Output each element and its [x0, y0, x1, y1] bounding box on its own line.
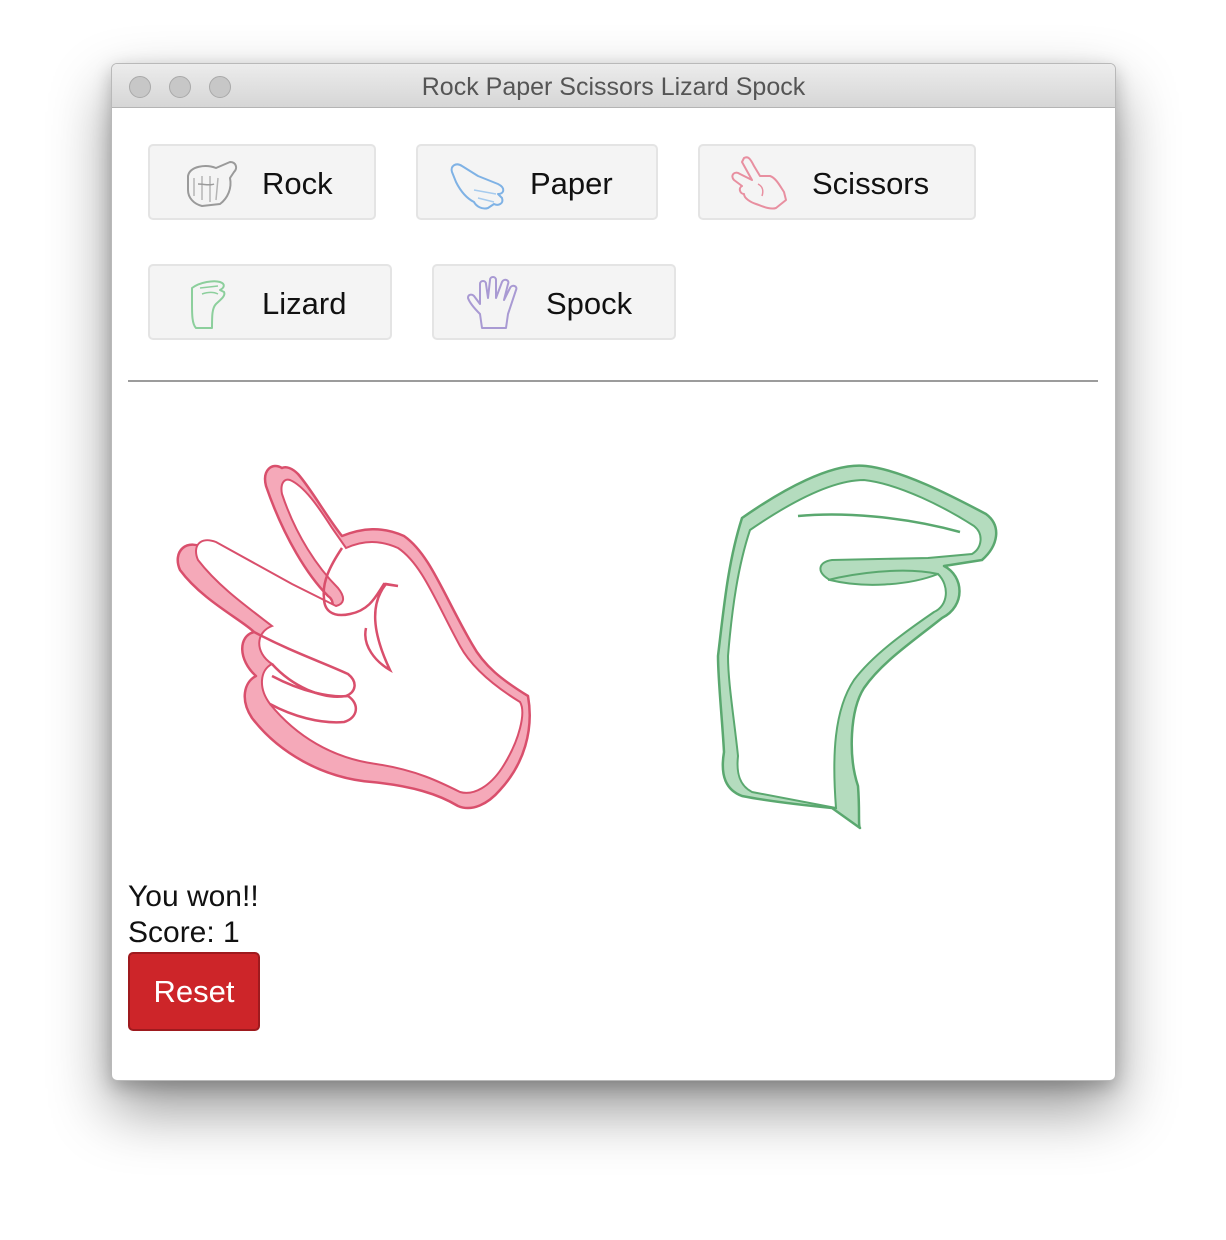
scissors-button[interactable]: Scissors — [698, 144, 976, 220]
paper-button[interactable]: Paper — [416, 144, 658, 220]
divider — [128, 380, 1098, 382]
lizard-label: Lizard — [262, 286, 347, 321]
window-title: Rock Paper Scissors Lizard Spock — [421, 73, 806, 101]
player-scissors-hand — [176, 464, 531, 810]
rock-hand-icon — [187, 161, 238, 207]
spock-hand-icon — [467, 276, 518, 329]
paper-hand-icon — [450, 163, 505, 210]
spock-button[interactable]: Spock — [432, 264, 676, 340]
score-text: Score: 1 — [128, 916, 240, 949]
result-message: You won!! — [128, 880, 259, 913]
lizard-hand-icon — [191, 280, 226, 329]
scissors-label: Scissors — [812, 166, 930, 201]
app-window: Rock Paper Scissors Lizard Spock Rock Pa… — [111, 63, 1116, 1081]
lizard-button[interactable]: Lizard — [148, 264, 392, 340]
spock-label: Spock — [546, 286, 633, 321]
scissors-hand-icon — [731, 156, 787, 210]
title-bar[interactable]: Rock Paper Scissors Lizard Spock — [112, 64, 1115, 108]
reset-button[interactable]: Reset — [128, 952, 260, 1031]
rock-button[interactable]: Rock — [148, 144, 376, 220]
paper-label: Paper — [530, 166, 613, 201]
rock-label: Rock — [262, 166, 333, 201]
computer-lizard-hand — [716, 464, 998, 830]
